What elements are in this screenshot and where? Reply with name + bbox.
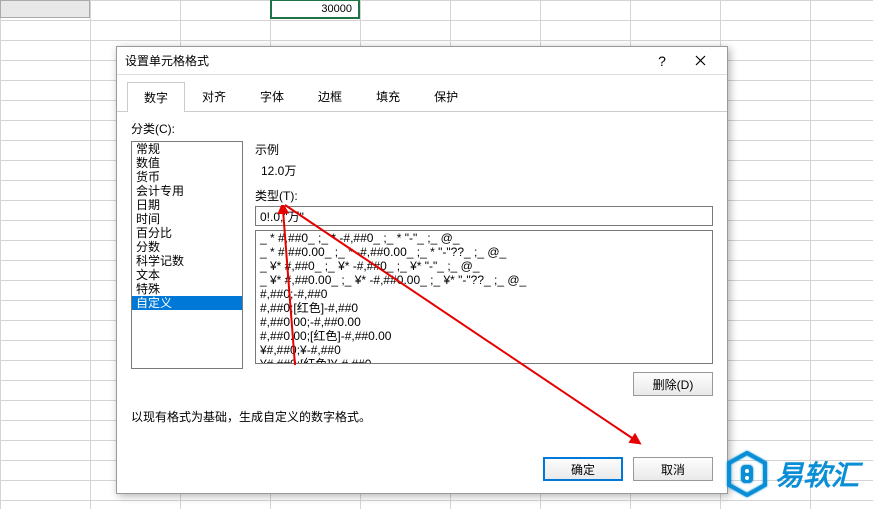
format-code-item[interactable]: _ * #,##0_ ;_ * -#,##0_ ;_ * "-"_ ;_ @_	[256, 231, 712, 245]
tab-border[interactable]: 边框	[301, 81, 359, 111]
category-listbox[interactable]: 常规 数值 货币 会计专用 日期 时间 百分比 分数 科学记数 文本 特殊 自定…	[131, 141, 243, 369]
format-codes-listbox[interactable]: _ * #,##0_ ;_ * -#,##0_ ;_ * "-"_ ;_ @_ …	[255, 230, 713, 364]
watermark-logo: 易软汇	[727, 451, 859, 497]
close-button[interactable]	[681, 48, 719, 74]
selected-cell[interactable]: 30000	[270, 0, 360, 19]
format-code-item[interactable]: ¥#,##0;[红色]¥-#,##0	[256, 357, 712, 364]
sample-value: 12.0万	[255, 160, 713, 187]
format-cells-dialog: 设置单元格格式 ? 数字 对齐 字体 边框 填充 保护 分类(C): 常规 数值…	[116, 46, 728, 494]
format-code-item[interactable]: _ ¥* #,##0_ ;_ ¥* -#,##0_ ;_ ¥* "-"_ ;_ …	[256, 259, 712, 273]
cancel-button[interactable]: 取消	[633, 457, 713, 481]
cell-header	[0, 0, 90, 18]
category-item[interactable]: 数值	[132, 156, 242, 170]
category-item[interactable]: 百分比	[132, 226, 242, 240]
sample-label: 示例	[255, 141, 713, 158]
tab-alignment[interactable]: 对齐	[185, 81, 243, 111]
format-code-item[interactable]: ¥#,##0;¥-#,##0	[256, 343, 712, 357]
delete-button[interactable]: 删除(D)	[633, 372, 713, 396]
category-item-custom[interactable]: 自定义	[132, 296, 242, 310]
type-label: 类型(T):	[255, 187, 713, 204]
ok-button[interactable]: 确定	[543, 457, 623, 481]
logo-icon	[727, 451, 767, 497]
dialog-tabs: 数字 对齐 字体 边框 填充 保护	[117, 75, 727, 112]
help-button[interactable]: ?	[643, 48, 681, 74]
format-code-item[interactable]: _ * #,##0.00_ ;_ * -#,##0.00_ ;_ * "-"??…	[256, 245, 712, 259]
dialog-titlebar: 设置单元格格式 ?	[117, 47, 727, 75]
category-item[interactable]: 文本	[132, 268, 242, 282]
category-item[interactable]: 日期	[132, 198, 242, 212]
format-code-item[interactable]: #,##0.00;-#,##0.00	[256, 315, 712, 329]
tab-protection[interactable]: 保护	[417, 81, 475, 111]
format-code-item[interactable]: #,##0;-#,##0	[256, 287, 712, 301]
format-code-item[interactable]: #,##0.00;[红色]-#,##0.00	[256, 329, 712, 343]
tab-font[interactable]: 字体	[243, 81, 301, 111]
category-item[interactable]: 时间	[132, 212, 242, 226]
close-icon	[695, 55, 706, 66]
category-item[interactable]: 特殊	[132, 282, 242, 296]
format-code-item[interactable]: _ ¥* #,##0.00_ ;_ ¥* -#,##0.00_ ;_ ¥* "-…	[256, 273, 712, 287]
category-item[interactable]: 科学记数	[132, 254, 242, 268]
tab-number[interactable]: 数字	[127, 82, 185, 112]
category-label: 分类(C):	[131, 120, 713, 137]
category-item[interactable]: 会计专用	[132, 184, 242, 198]
note-text: 以现有格式为基础，生成自定义的数字格式。	[131, 408, 713, 425]
tab-fill[interactable]: 填充	[359, 81, 417, 111]
category-item[interactable]: 分数	[132, 240, 242, 254]
dialog-title: 设置单元格格式	[125, 52, 643, 69]
category-item[interactable]: 货币	[132, 170, 242, 184]
type-input[interactable]	[255, 206, 713, 226]
format-code-item[interactable]: #,##0;[红色]-#,##0	[256, 301, 712, 315]
logo-text: 易软汇	[775, 454, 859, 494]
category-item[interactable]: 常规	[132, 142, 242, 156]
